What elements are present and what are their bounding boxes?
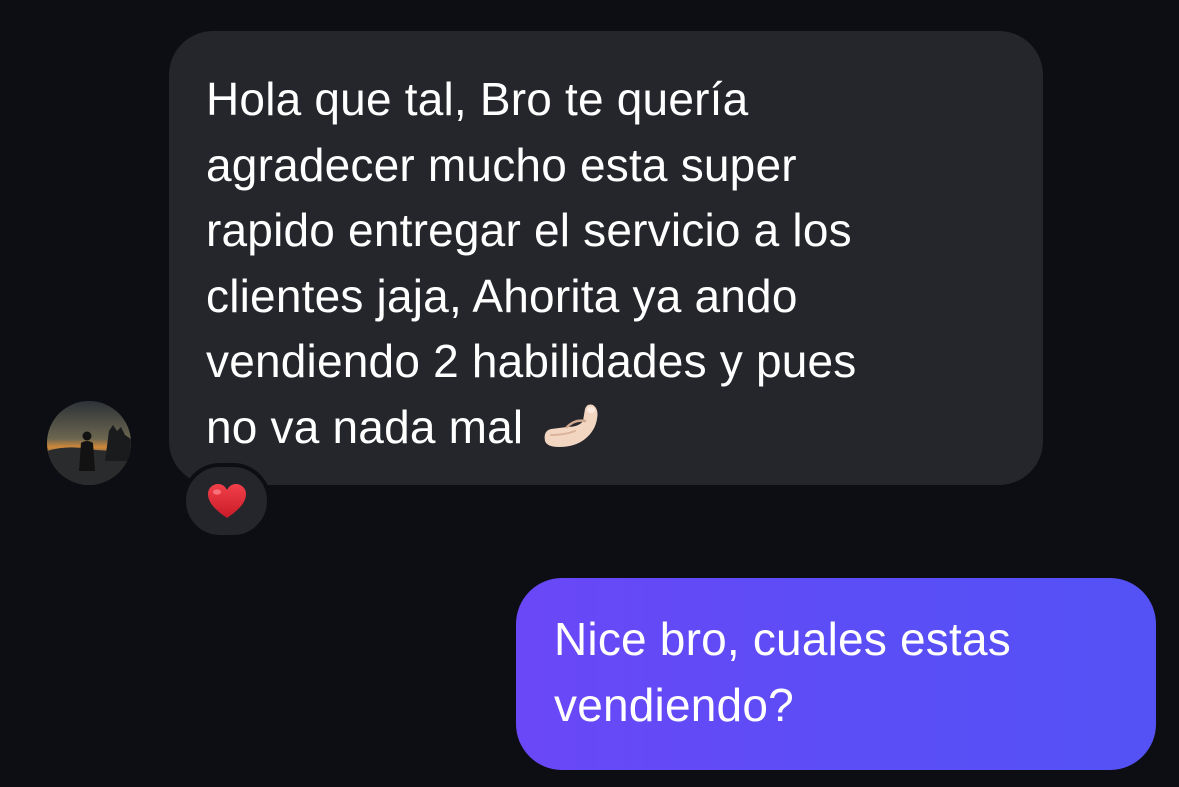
incoming-message-text: Hola que tal, Bro te quería agradecer mu… (206, 67, 1013, 466)
outgoing-message-text: Nice bro, cuales estas vendiendo? (554, 613, 1011, 731)
contact-avatar[interactable] (47, 401, 131, 485)
incoming-message-bubble[interactable]: Hola que tal, Bro te quería agradecer mu… (169, 31, 1043, 485)
avatar-photo (47, 401, 131, 485)
outgoing-message-bubble[interactable]: Nice bro, cuales estas vendiendo? (516, 578, 1156, 770)
chat-thread: Hola que tal, Bro te quería agradecer mu… (0, 0, 1179, 787)
heart-reaction[interactable] (182, 463, 271, 539)
pinching-hand-emoji-icon (539, 401, 601, 467)
red-heart-icon (207, 484, 246, 518)
incoming-message-body: Hola que tal, Bro te quería agradecer mu… (206, 73, 857, 453)
